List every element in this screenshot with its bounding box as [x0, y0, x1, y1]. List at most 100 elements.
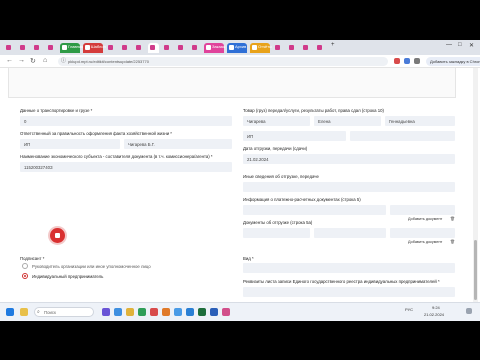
- windows-start-icon[interactable]: [6, 308, 14, 316]
- language-indicator[interactable]: РУС: [405, 307, 413, 312]
- tab-favicon-icon: [34, 45, 39, 50]
- file-explorer-icon[interactable]: [126, 308, 134, 316]
- tab-favicon-icon: [48, 45, 53, 50]
- browser-tab[interactable]: Архив: [227, 43, 247, 53]
- browser-tab[interactable]: [134, 43, 145, 53]
- tab-favicon-icon: [206, 45, 211, 50]
- extension-icon-blue[interactable]: [404, 58, 410, 64]
- bookmark-prompt[interactable]: Добавить закладку в Chrome: [426, 57, 480, 66]
- extension-icon-gray[interactable]: [414, 58, 420, 64]
- browser-tab[interactable]: [315, 43, 326, 53]
- minimize-icon[interactable]: —: [446, 42, 452, 48]
- back-icon[interactable]: ←: [6, 57, 13, 64]
- home-icon[interactable]: ⌂: [43, 57, 47, 64]
- browser-tab[interactable]: [162, 43, 173, 53]
- browser-tab[interactable]: [32, 43, 43, 53]
- last-name-field[interactable]: Чигарева: [243, 116, 310, 126]
- browser-tab[interactable]: [287, 43, 298, 53]
- tab-label: Заказы: [212, 44, 226, 49]
- shipping-doc-number-field[interactable]: [314, 228, 386, 238]
- goods-extra-field[interactable]: [350, 131, 455, 141]
- signer-option-org-radio[interactable]: [22, 263, 28, 269]
- ip-field[interactable]: ИП: [243, 131, 346, 141]
- site-info-icon[interactable]: ⓘ: [61, 57, 66, 64]
- add-shipping-doc-link[interactable]: Добавить документ: [408, 240, 442, 244]
- app-icon-red[interactable]: [150, 308, 158, 316]
- tab-favicon-icon: [122, 45, 127, 50]
- scrollbar-thumb[interactable]: [474, 240, 477, 300]
- app-icon-blue2[interactable]: [186, 308, 194, 316]
- transport-field[interactable]: 0: [20, 116, 232, 126]
- tab-strip: Главная Шаблон Заказы Архив Отчёты + — □ ✕: [0, 40, 480, 55]
- browser-tab[interactable]: [176, 43, 187, 53]
- browser-tab[interactable]: [301, 43, 312, 53]
- taskbar-search[interactable]: ⌕ Поиск: [34, 307, 94, 317]
- app-icon-purple[interactable]: [102, 308, 110, 316]
- tab-favicon-icon: [303, 45, 308, 50]
- register-field[interactable]: [243, 287, 455, 297]
- excel-icon[interactable]: [198, 308, 206, 316]
- signer-option-ip-radio[interactable]: [22, 273, 28, 279]
- word-icon[interactable]: [210, 308, 218, 316]
- payment-doc-number-field[interactable]: [243, 205, 386, 215]
- screen: Главная Шаблон Заказы Архив Отчёты + — □ ✕ ← …: [0, 40, 480, 321]
- signer-option-ip-label: Индивидуальный предприниматель: [32, 274, 104, 279]
- signer-label: Подписант *: [20, 256, 45, 261]
- url-bar[interactable]: ⓘ pklupd.mpt.ru/editkit/contentsupdate/2…: [58, 57, 388, 66]
- browser-tab[interactable]: [273, 43, 284, 53]
- other-info-field[interactable]: [243, 182, 455, 192]
- browser-tab[interactable]: [46, 43, 57, 53]
- tab-favicon-icon: [229, 45, 234, 50]
- browser-tab[interactable]: Отчёты: [250, 43, 272, 53]
- forward-icon[interactable]: →: [18, 57, 25, 64]
- browser-tab[interactable]: Главная: [60, 43, 83, 53]
- responsible-org-field[interactable]: ИП: [20, 139, 120, 149]
- clock-time[interactable]: 9:24: [432, 305, 440, 310]
- shipping-doc-date-field[interactable]: [390, 228, 455, 238]
- app-icon-blue[interactable]: [114, 308, 122, 316]
- shipping-doc-name-field[interactable]: [243, 228, 310, 238]
- new-tab-button[interactable]: +: [331, 42, 335, 48]
- browser-tab[interactable]: [190, 43, 201, 53]
- delete-icon[interactable]: 🗑: [450, 239, 455, 244]
- kind-field[interactable]: [243, 263, 455, 273]
- browser-tab[interactable]: [106, 43, 117, 53]
- app-icon-pink[interactable]: [222, 308, 230, 316]
- add-payment-doc-link[interactable]: Добавить документ: [408, 217, 442, 221]
- app-icon-orange[interactable]: [162, 308, 170, 316]
- ship-date-label: Дата отгрузки, передачи (сдачи): [243, 146, 308, 151]
- tab-favicon-icon: [275, 45, 280, 50]
- notification-icon[interactable]: [466, 308, 472, 314]
- tab-favicon-icon: [6, 45, 11, 50]
- chrome-icon[interactable]: [174, 308, 182, 316]
- first-name-field[interactable]: Елена: [314, 116, 381, 126]
- responsible-name-field[interactable]: Чигарева Б.Г.: [124, 139, 232, 149]
- clock-date[interactable]: 21.02.2024: [424, 312, 444, 317]
- browser-tab[interactable]: [4, 43, 15, 53]
- close-icon[interactable]: ✕: [469, 42, 474, 49]
- app-icon-green[interactable]: [138, 308, 146, 316]
- search-icon: ⌕: [37, 309, 40, 315]
- ship-date-field[interactable]: 21.02.2024: [243, 154, 455, 164]
- economic-subject-field[interactable]: 11520032740З: [20, 162, 232, 172]
- middle-name-field[interactable]: Геннадьевна: [385, 116, 455, 126]
- browser-tab[interactable]: [148, 43, 159, 53]
- payment-docs-label: Информация о платежно-расчетных документ…: [243, 197, 361, 202]
- transport-label: Данные о транспортировке и грузе *: [20, 108, 93, 113]
- browser-tab[interactable]: [120, 43, 131, 53]
- record-button[interactable]: [50, 228, 65, 243]
- widgets-icon[interactable]: [20, 308, 28, 316]
- reload-icon[interactable]: ↻: [30, 57, 36, 65]
- payment-doc-date-field[interactable]: [390, 205, 455, 215]
- delete-icon[interactable]: 🗑: [450, 216, 455, 221]
- maximize-icon[interactable]: □: [458, 42, 462, 48]
- tab-label: Шаблон: [91, 44, 106, 49]
- tab-favicon-icon: [20, 45, 25, 50]
- browser-tab[interactable]: [18, 43, 29, 53]
- shipping-docs-label: Документы об отгрузке (строка 5а): [243, 220, 313, 225]
- browser-tab[interactable]: Шаблон: [83, 43, 106, 53]
- kind-label: Вид *: [243, 256, 254, 261]
- extension-icon-red[interactable]: [394, 58, 400, 64]
- register-label: Реквизиты листа записи Единого государст…: [243, 279, 440, 284]
- browser-tab[interactable]: Заказы: [204, 43, 226, 53]
